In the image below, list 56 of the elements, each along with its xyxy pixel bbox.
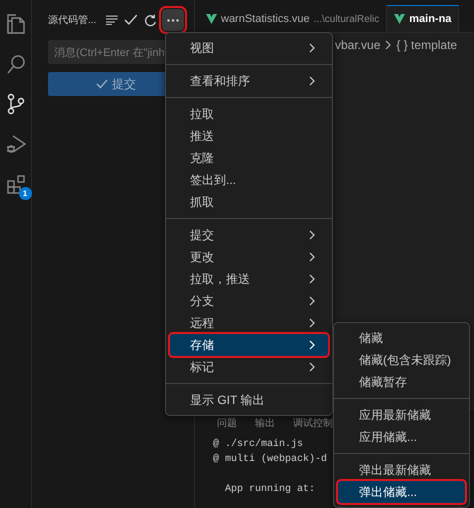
editor-tab[interactable]: main-na bbox=[387, 5, 460, 32]
more-button[interactable] bbox=[162, 9, 184, 31]
chevron-icon bbox=[308, 296, 316, 306]
chevron-icon bbox=[384, 40, 392, 50]
chevron-icon bbox=[308, 318, 316, 328]
chevron-icon bbox=[308, 230, 316, 240]
menu-item[interactable]: 弹出最新储藏 bbox=[338, 459, 465, 481]
menu-item[interactable]: 克隆 bbox=[170, 147, 328, 169]
menu-item[interactable]: 拉取，推送 bbox=[170, 268, 328, 290]
terminal-line: @ multi (webpack)-d bbox=[213, 452, 328, 467]
menu-item[interactable]: 标记 bbox=[170, 356, 328, 378]
menu-item[interactable]: 抓取 bbox=[170, 191, 328, 213]
tab-label: main-na bbox=[409, 13, 452, 25]
chevron-icon bbox=[308, 252, 316, 262]
extensions-icon bbox=[4, 173, 26, 195]
breadcrumb-item[interactable]: { } template bbox=[396, 38, 458, 52]
panel-tab[interactable]: 调试控制 bbox=[293, 416, 333, 430]
vue-icon bbox=[394, 14, 406, 24]
menu-item[interactable]: 储藏(包含未跟踪) bbox=[338, 349, 465, 371]
check-icon bbox=[96, 79, 108, 89]
search-icon bbox=[4, 53, 26, 75]
menu-item[interactable]: 远程 bbox=[170, 312, 328, 334]
terminal-line: App running at: bbox=[224, 482, 316, 497]
chevron-icon bbox=[308, 76, 316, 86]
panel-tab[interactable]: 输出 bbox=[255, 416, 275, 430]
refresh-icon[interactable] bbox=[144, 14, 156, 26]
count-badge: 1 bbox=[18, 187, 32, 200]
menu-item[interactable]: 应用最新储藏 bbox=[338, 404, 465, 426]
tab-description: ...\culturalRelic bbox=[314, 14, 380, 24]
check-icon[interactable] bbox=[124, 14, 138, 26]
menu-item[interactable]: 应用储藏... bbox=[338, 426, 465, 448]
menu-item[interactable]: 拉取 bbox=[170, 103, 328, 125]
menu-item[interactable]: 弹出储藏... bbox=[338, 481, 465, 503]
breadcrumb-item[interactable]: vbar.vue bbox=[335, 38, 380, 52]
terminal-line: @ ./src/main.js bbox=[213, 438, 304, 452]
files-icon bbox=[4, 13, 26, 35]
menu-item[interactable]: 提交 bbox=[170, 224, 328, 246]
menu-item[interactable]: 存储 bbox=[170, 334, 328, 356]
vue-icon bbox=[206, 14, 217, 24]
chevron-icon bbox=[308, 362, 316, 372]
chevron-icon bbox=[308, 274, 316, 284]
panel-title: 源代码管... bbox=[48, 14, 96, 27]
menu-item[interactable]: 签出到... bbox=[170, 169, 328, 191]
run-debug-icon bbox=[4, 133, 26, 155]
menu-item[interactable]: 储藏暂存 bbox=[338, 371, 465, 393]
menu-item[interactable]: 储藏 bbox=[338, 327, 465, 349]
more-icon bbox=[167, 18, 180, 22]
chevron-icon bbox=[308, 340, 316, 350]
menu-item[interactable]: 显示 GIT 输出 bbox=[170, 389, 328, 411]
menu-item[interactable]: 更改 bbox=[170, 246, 328, 268]
tab-label: warnStatistics.vue bbox=[221, 13, 310, 25]
menu-item[interactable]: 推送 bbox=[170, 125, 328, 147]
panel-tab[interactable]: 问题 bbox=[217, 416, 237, 430]
list-icon[interactable] bbox=[106, 15, 118, 25]
chevron-icon bbox=[308, 43, 316, 53]
menu-item[interactable]: 分支 bbox=[170, 290, 328, 312]
